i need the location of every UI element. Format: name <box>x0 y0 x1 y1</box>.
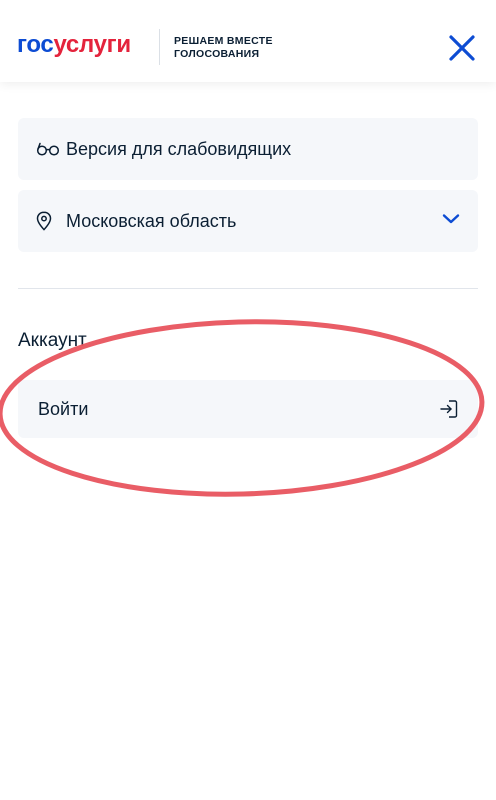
account-section-title: Аккаунт <box>18 330 87 351</box>
logo-part-uslugi: услуги <box>53 31 131 58</box>
tagline-line-2: ГОЛОСОВАНИЯ <box>174 48 260 60</box>
header-divider <box>159 29 160 65</box>
tagline-line-1: РЕШАЕМ ВМЕСТЕ <box>174 35 273 47</box>
low-vision-version-button[interactable]: Версия для слабовидящих <box>18 118 478 180</box>
region-label: Московская область <box>66 210 237 231</box>
app-header: госуслуги РЕШАЕМ ВМЕСТЕ ГОЛОСОВАНИЯ <box>0 0 496 82</box>
login-button[interactable]: Войти <box>18 380 478 438</box>
login-label: Войти <box>38 399 89 419</box>
chevron-down-icon <box>442 212 460 230</box>
close-icon <box>449 35 475 61</box>
close-menu-button[interactable] <box>446 32 478 64</box>
location-pin-icon <box>36 211 52 231</box>
logo-part-gos: гос <box>17 31 54 58</box>
gosuslugi-logo[interactable]: госуслуги <box>17 31 131 59</box>
glasses-icon <box>36 142 60 156</box>
header-tagline: РЕШАЕМ ВМЕСТЕ ГОЛОСОВАНИЯ <box>174 35 273 61</box>
section-divider <box>18 288 478 289</box>
sign-in-icon <box>440 399 458 424</box>
low-vision-label: Версия для слабовидящих <box>66 138 292 159</box>
region-selector[interactable]: Московская область <box>18 190 478 252</box>
